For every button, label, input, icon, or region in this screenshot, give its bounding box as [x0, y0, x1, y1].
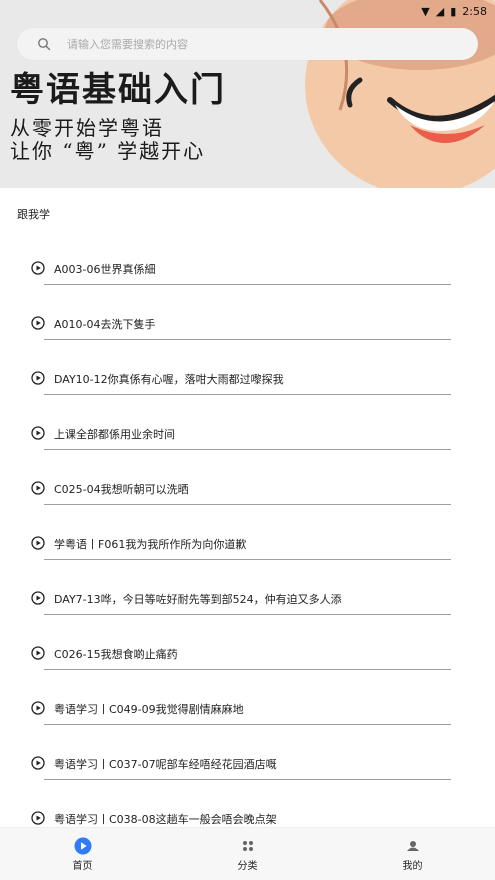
- search-bar[interactable]: [17, 28, 478, 60]
- play-icon[interactable]: [31, 371, 45, 385]
- divider: [44, 614, 451, 615]
- lesson-list: A003-06世界真係細 A010-04去洗下隻手 DAY10-12你真係有心喔…: [0, 240, 495, 845]
- nav-home-label: 首页: [72, 860, 93, 872]
- list-item[interactable]: 学粤语丨F061我为我所作所为向你道歉: [0, 515, 495, 570]
- list-item[interactable]: DAY10-12你真係有心喔，落咁大雨都过嚟探我: [0, 350, 495, 405]
- divider: [44, 669, 451, 670]
- divider: [44, 504, 451, 505]
- divider: [44, 394, 451, 395]
- list-item-title: A010-04去洗下隻手: [54, 318, 156, 331]
- wifi-icon: ▼: [421, 4, 430, 18]
- play-icon[interactable]: [31, 261, 45, 275]
- divider: [44, 724, 451, 725]
- divider: [44, 449, 451, 450]
- play-icon[interactable]: [31, 591, 45, 605]
- play-icon[interactable]: [31, 316, 45, 330]
- nav-category[interactable]: 分类: [165, 828, 330, 880]
- nav-mine[interactable]: 我的: [330, 828, 495, 880]
- list-item-title: A003-06世界真係細: [54, 263, 156, 276]
- divider: [44, 559, 451, 560]
- list-item[interactable]: 上课全部都係用业余时间: [0, 405, 495, 460]
- list-item-title: 学粤语丨F061我为我所作所为向你道歉: [54, 538, 247, 551]
- play-icon[interactable]: [31, 481, 45, 495]
- list-item[interactable]: 粤语学习丨C049-09我觉得剧情麻麻地: [0, 680, 495, 735]
- nav-home[interactable]: 首页: [0, 828, 165, 880]
- section-title: 跟我学: [17, 208, 50, 221]
- search-icon: [37, 37, 51, 51]
- list-item-title: 粤语学习丨C049-09我觉得剧情麻麻地: [54, 703, 244, 716]
- play-icon[interactable]: [31, 756, 45, 770]
- status-bar: ▼ ◢ ▮ 2:58: [0, 0, 495, 22]
- battery-icon: ▮: [450, 4, 457, 18]
- home-play-icon: [74, 837, 92, 855]
- list-item[interactable]: C025-04我想听朝可以洗晒: [0, 460, 495, 515]
- divider: [44, 779, 451, 780]
- banner-title: 粤语基础入门: [10, 70, 226, 110]
- nav-mine-label: 我的: [402, 860, 423, 872]
- list-item-title: 上课全部都係用业余时间: [54, 428, 175, 441]
- list-item-title: DAY7-13哗，今日等咗好耐先等到部524，仲有迫又多人添: [54, 593, 342, 606]
- list-item[interactable]: 粤语学习丨C037-07呢部车经唔经花园酒店嘅: [0, 735, 495, 790]
- list-item-title: 粤语学习丨C038-08这趟车一般会唔会晚点架: [54, 813, 277, 826]
- list-item-title: C025-04我想听朝可以洗晒: [54, 483, 189, 496]
- status-time: 2:58: [462, 4, 487, 18]
- play-icon[interactable]: [31, 426, 45, 440]
- play-icon[interactable]: [31, 646, 45, 660]
- play-icon[interactable]: [31, 811, 45, 825]
- grid-icon: [242, 837, 254, 855]
- list-item[interactable]: A003-06世界真係細: [0, 240, 495, 295]
- banner-subtitle-line2: 让你 “粤” 学越开心: [10, 139, 206, 163]
- bottom-navigation: 首页 分类 我的: [0, 827, 495, 880]
- list-item-title: 粤语学习丨C037-07呢部车经唔经花园酒店嘅: [54, 758, 277, 771]
- profile-icon: [406, 837, 420, 855]
- play-icon[interactable]: [31, 536, 45, 550]
- signal-icon: ◢: [435, 4, 445, 18]
- play-icon[interactable]: [31, 701, 45, 715]
- divider: [44, 284, 451, 285]
- list-item-title: C026-15我想食啲止痛药: [54, 648, 178, 661]
- divider: [44, 339, 451, 340]
- list-item[interactable]: DAY7-13哗，今日等咗好耐先等到部524，仲有迫又多人添: [0, 570, 495, 625]
- nav-category-label: 分类: [237, 860, 258, 872]
- list-item[interactable]: A010-04去洗下隻手: [0, 295, 495, 350]
- list-item-title: DAY10-12你真係有心喔，落咁大雨都过嚟探我: [54, 373, 284, 386]
- search-input[interactable]: [65, 36, 449, 52]
- list-item[interactable]: C026-15我想食啲止痛药: [0, 625, 495, 680]
